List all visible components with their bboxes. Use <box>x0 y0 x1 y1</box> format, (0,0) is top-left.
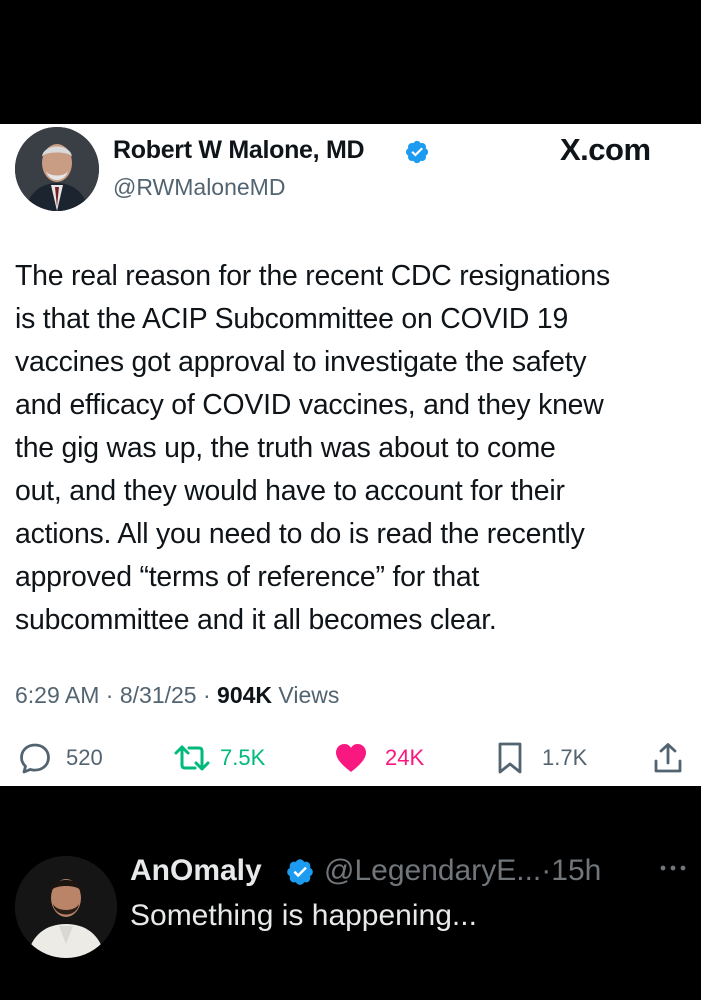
meta-separator: · <box>541 854 552 887</box>
reply-item[interactable]: AnOmaly @LegendaryE...·15h Something is … <box>0 786 701 1000</box>
post-text-line: the gig was up, the truth was about to c… <box>15 432 556 464</box>
share-button[interactable] <box>651 741 685 775</box>
repost-arrows-icon <box>174 745 210 771</box>
author-avatar[interactable] <box>15 127 99 211</box>
post-meta: 6:29 AM · 8/31/25 · 904K Views <box>15 682 339 709</box>
post-text-line: vaccines got approval to investigate the… <box>15 346 587 378</box>
post-text-line: subcommittee and it all becomes clear. <box>15 604 497 636</box>
post-text-line: actions. All you need to do is read the … <box>15 518 585 550</box>
meta-separator: · <box>105 682 114 708</box>
bookmark-button[interactable]: 1.7K <box>496 741 587 775</box>
speech-bubble-icon <box>20 743 50 774</box>
share-upload-icon <box>654 743 682 773</box>
post-text-line: approved “terms of reference” for that <box>15 561 480 593</box>
like-button[interactable]: 24K <box>333 741 424 775</box>
verified-badge-icon <box>405 140 429 164</box>
views-label: Views <box>278 682 340 708</box>
reply-button[interactable]: 520 <box>18 741 103 775</box>
author-handle[interactable]: @RWMaloneMD <box>113 174 285 201</box>
like-count: 24K <box>385 745 425 770</box>
post-text-line: The real reason for the recent CDC resig… <box>15 260 610 292</box>
repost-button[interactable]: 7.5K <box>172 741 265 775</box>
reply-author-handle[interactable]: @LegendaryE... <box>324 854 541 887</box>
post-text: The real reason for the recent CDC resig… <box>15 255 695 642</box>
verified-badge-icon <box>287 859 313 885</box>
repost-count: 7.5K <box>220 745 266 770</box>
heart-icon <box>336 744 366 772</box>
brand-watermark: X.com <box>560 132 651 167</box>
top-black-bar <box>0 0 701 124</box>
post-date[interactable]: 8/31/25 <box>120 682 197 708</box>
more-dots-icon[interactable] <box>658 862 688 874</box>
reply-author-name[interactable]: AnOmaly <box>130 854 262 888</box>
bookmark-count: 1.7K <box>542 745 588 770</box>
bookmark-icon <box>498 742 522 774</box>
views-count: 904K <box>217 682 273 708</box>
post-text-line: is that the ACIP Subcommittee on COVID 1… <box>15 303 569 335</box>
meta-separator: · <box>202 682 211 708</box>
post-text-line: out, and they would have to account for … <box>15 475 565 507</box>
reply-author-avatar[interactable] <box>15 856 117 958</box>
reply-age[interactable]: 15h <box>551 854 601 887</box>
reply-meta: @LegendaryE...·15h <box>324 854 601 888</box>
post-text-line: and efficacy of COVID vaccines, and they… <box>15 389 604 421</box>
reply-count: 520 <box>66 745 103 770</box>
author-name[interactable]: Robert W Malone, MD <box>113 136 365 165</box>
post-time[interactable]: 6:29 AM <box>15 682 99 708</box>
reply-text: Something is happening... <box>130 899 477 932</box>
post-card[interactable]: Robert W Malone, MD @RWMaloneMD X.com Th… <box>0 124 701 786</box>
